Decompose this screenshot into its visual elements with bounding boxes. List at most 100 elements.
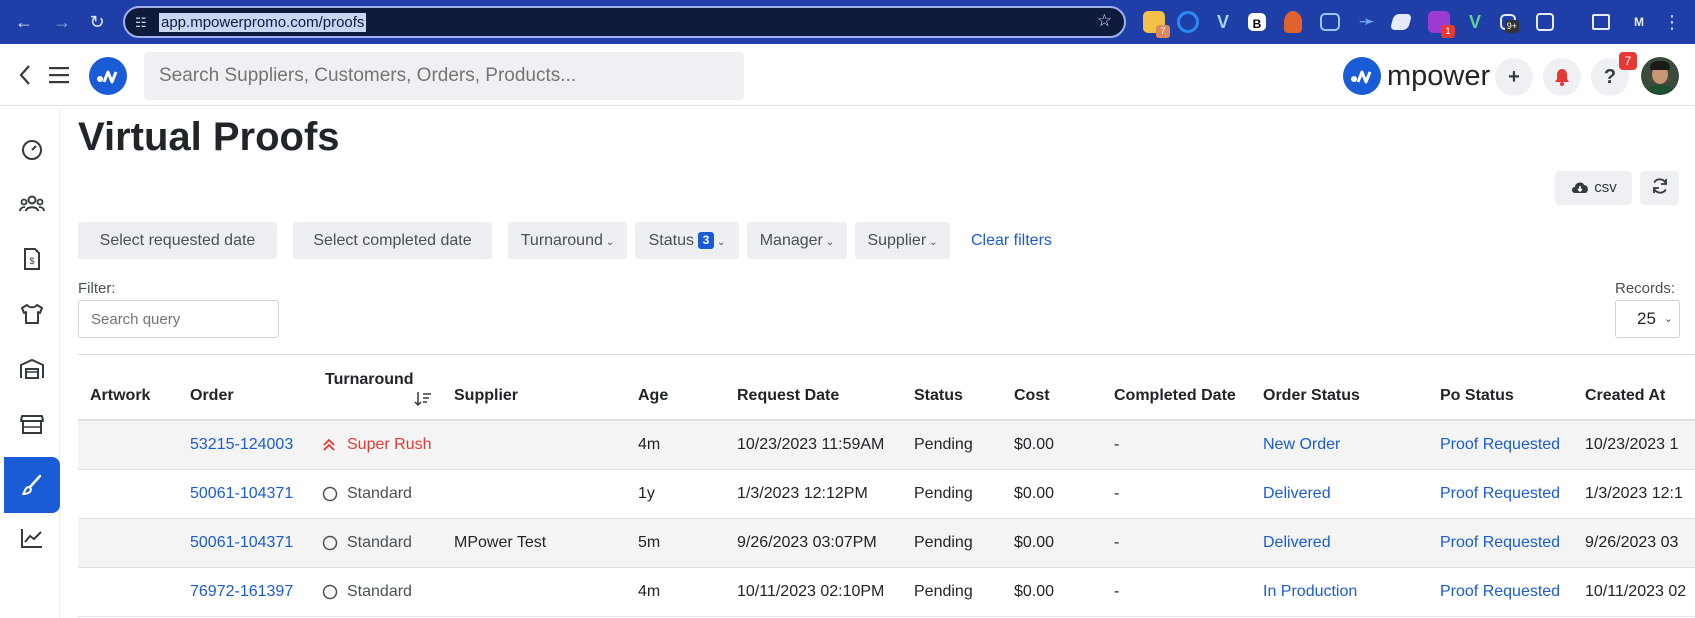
collapse-back-icon[interactable]	[18, 64, 32, 86]
order-status-link[interactable]: New Order	[1263, 435, 1340, 455]
extension-icon[interactable]: V	[1464, 11, 1486, 33]
browser-menu-icon[interactable]: ⋮	[1660, 10, 1684, 34]
chart-line-icon	[21, 529, 42, 548]
status-value: Pending	[914, 436, 973, 453]
extensions-puzzle-icon[interactable]	[1536, 13, 1554, 31]
sort-descending-icon[interactable]	[414, 391, 432, 407]
page-title: Virtual Proofs	[78, 115, 340, 159]
request-date-value: 9/26/2023 03:07PM	[737, 534, 877, 551]
clear-filters-link[interactable]: Clear filters	[971, 231, 1052, 251]
extension-icon[interactable]: ➛	[1356, 11, 1378, 33]
back-icon[interactable]: ←	[12, 10, 36, 34]
supplier-filter-label: Supplier	[867, 232, 927, 249]
global-search-input[interactable]	[144, 52, 744, 100]
status-value: Pending	[914, 485, 973, 502]
col-turnaround[interactable]: Turnaround	[325, 370, 414, 390]
store-icon	[20, 415, 44, 434]
csv-export-button[interactable]: csv	[1555, 171, 1632, 205]
table-row: 50061-104371 Standard 1y 1/3/2023 12:12P…	[78, 470, 1695, 519]
manager-filter-label: Manager	[759, 232, 823, 249]
bookmark-star-icon[interactable]: ☆	[1097, 11, 1112, 31]
vimeo-extension-icon[interactable]: V	[1212, 11, 1234, 33]
col-status[interactable]: Status	[914, 386, 963, 406]
add-button[interactable]: +	[1495, 58, 1533, 96]
po-status-link[interactable]: Proof Requested	[1440, 484, 1560, 504]
order-link[interactable]: 50061-104371	[190, 533, 293, 553]
requested-date-filter[interactable]: Select requested date	[78, 222, 277, 259]
order-status-link[interactable]: Delivered	[1263, 484, 1331, 504]
cost-value: $0.00	[1014, 485, 1055, 502]
created-at-value: 10/11/2023 02	[1585, 583, 1687, 600]
extension-icon[interactable]	[1389, 14, 1413, 30]
extension-icon[interactable]	[1284, 11, 1302, 33]
sidebar-item-customers[interactable]	[4, 176, 60, 232]
completed-date-filter[interactable]: Select completed date	[293, 222, 492, 259]
col-created-at[interactable]: Created At	[1585, 386, 1665, 406]
status-filter[interactable]: Status 3 ⌄	[635, 222, 739, 259]
po-status-link[interactable]: Proof Requested	[1440, 533, 1560, 553]
sidebar-item-dashboard[interactable]	[4, 121, 60, 177]
col-order-status[interactable]: Order Status	[1263, 386, 1360, 406]
forward-icon[interactable]: →	[50, 10, 74, 34]
col-order[interactable]: Order	[190, 386, 234, 406]
chevron-down-icon: ⌄	[605, 237, 615, 248]
svg-text:$: $	[29, 256, 34, 266]
notifications-bell-icon[interactable]	[1543, 58, 1581, 96]
table-row: 76972-161397 Standard 4m 10/11/2023 02:1…	[78, 568, 1695, 617]
address-bar[interactable]: ☷ app.mpowerpromo.com/proofs ☆	[123, 6, 1126, 38]
order-link[interactable]: 50061-104371	[190, 484, 293, 504]
side-panel-icon[interactable]	[1592, 14, 1610, 30]
status-value: Pending	[914, 583, 973, 600]
profile-extension-icon[interactable]: M	[1628, 11, 1650, 33]
request-date-value: 10/23/2023 11:59AM	[737, 436, 885, 453]
search-query-input[interactable]	[78, 300, 279, 338]
circle-outline-icon	[322, 486, 338, 502]
sidebar-item-proofs[interactable]	[4, 457, 60, 513]
col-age[interactable]: Age	[638, 386, 668, 406]
created-at-value: 9/26/2023 03	[1585, 534, 1679, 551]
users-icon	[19, 195, 45, 212]
help-badge: 7	[1619, 52, 1637, 70]
sidebar-item-store[interactable]	[4, 396, 60, 452]
refresh-button[interactable]	[1640, 171, 1679, 205]
created-at-value: 10/23/2023 1	[1585, 436, 1679, 453]
browser-toolbar: ← → ↻ ☷ app.mpowerpromo.com/proofs ☆ 7 V…	[0, 0, 1695, 44]
extension-icon[interactable]: 1	[1428, 11, 1455, 38]
extension-icon[interactable]	[1177, 11, 1199, 33]
completed-date-value: -	[1114, 534, 1120, 551]
filter-label: Filter:	[78, 280, 116, 297]
reload-icon[interactable]: ↻	[85, 10, 109, 34]
order-link[interactable]: 76972-161397	[190, 582, 293, 602]
sidebar-item-products[interactable]	[4, 286, 60, 342]
extension-icon[interactable]: 7	[1143, 11, 1170, 38]
age-value: 4m	[638, 583, 661, 600]
app-logo-icon[interactable]	[89, 57, 127, 95]
sidebar-item-warehouse[interactable]	[4, 341, 60, 397]
sidebar-item-orders[interactable]: $	[4, 231, 60, 287]
po-status-link[interactable]: Proof Requested	[1440, 582, 1560, 602]
site-info-icon[interactable]: ☷	[135, 14, 153, 32]
col-supplier[interactable]: Supplier	[454, 386, 518, 406]
sidebar-item-reports[interactable]	[4, 510, 60, 566]
url-text[interactable]: app.mpowerpromo.com/proofs	[159, 13, 367, 32]
turnaround-value: Standard	[347, 583, 412, 600]
help-button[interactable]: ? 7	[1591, 52, 1637, 96]
col-request-date[interactable]: Request Date	[737, 386, 839, 406]
extension-icon[interactable]	[1320, 13, 1340, 31]
order-status-link[interactable]: Delivered	[1263, 533, 1331, 553]
supplier-filter[interactable]: Supplier ⌄	[855, 222, 950, 259]
manager-filter[interactable]: Manager ⌄	[747, 222, 847, 259]
po-status-link[interactable]: Proof Requested	[1440, 435, 1560, 455]
avatar[interactable]	[1641, 57, 1679, 95]
order-status-link[interactable]: In Production	[1263, 582, 1357, 602]
col-po-status[interactable]: Po Status	[1440, 386, 1514, 406]
records-per-page-select[interactable]: 25 ⌄	[1615, 300, 1680, 338]
extension-icon[interactable]: B	[1248, 13, 1266, 31]
hamburger-menu-icon[interactable]	[49, 66, 69, 84]
turnaround-value: Standard	[347, 485, 412, 502]
col-cost[interactable]: Cost	[1014, 386, 1050, 406]
extension-icon[interactable]: 9+	[1500, 14, 1519, 33]
order-link[interactable]: 53215-124003	[190, 435, 293, 455]
turnaround-filter[interactable]: Turnaround ⌄	[508, 222, 627, 259]
col-completed-date[interactable]: Completed Date	[1114, 386, 1236, 406]
